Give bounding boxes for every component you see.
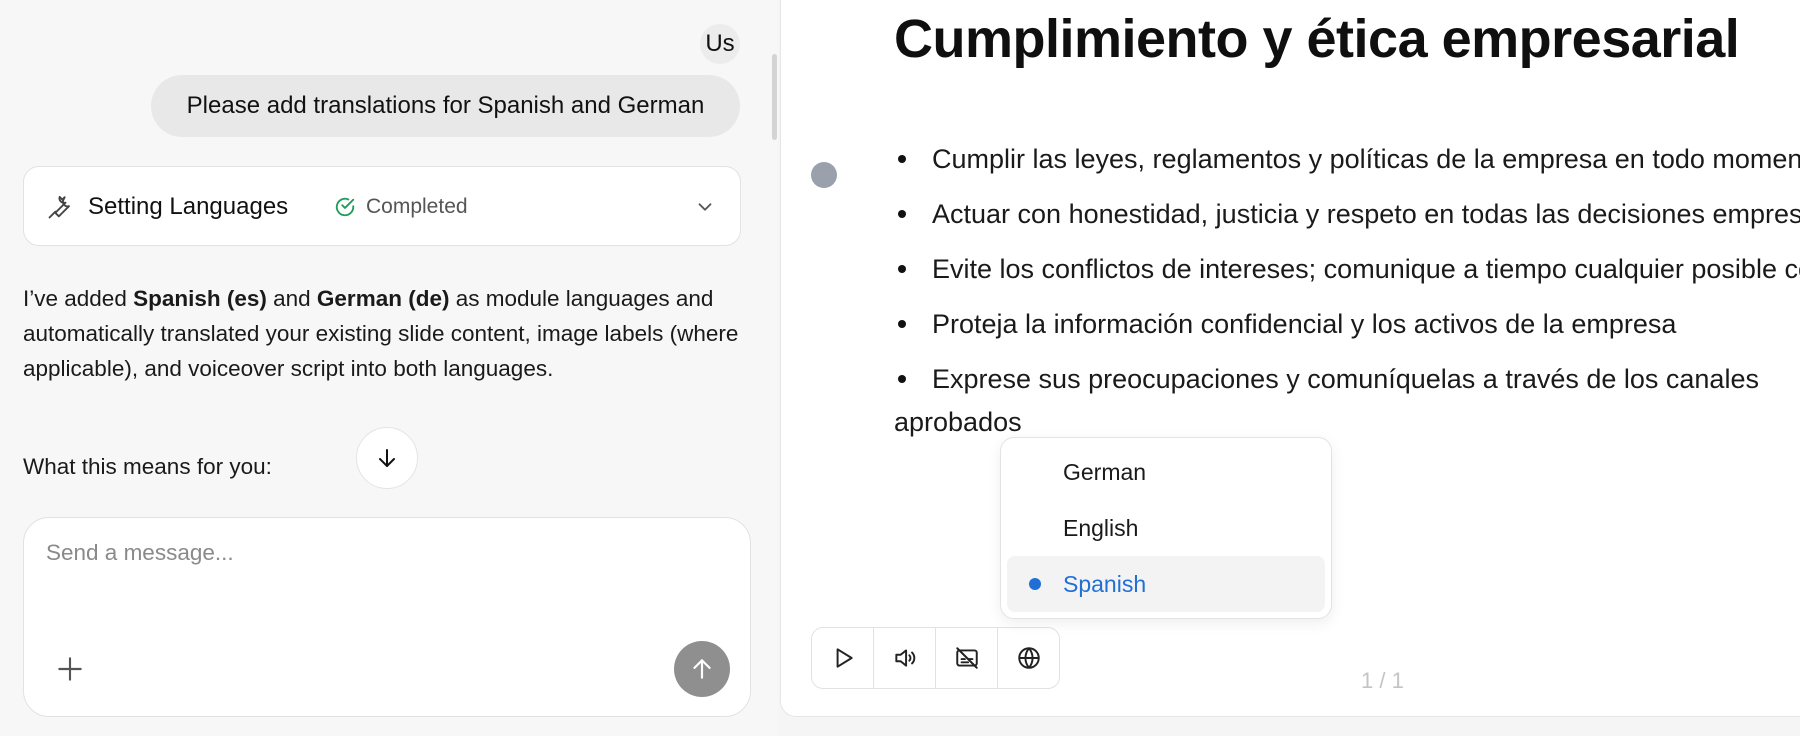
play-button[interactable] xyxy=(812,628,874,688)
wrench-icon xyxy=(48,195,70,219)
language-dropdown: German English Spanish xyxy=(1000,437,1332,619)
slide-title: Cumplimiento y ética empresarial xyxy=(894,9,1740,69)
slide-marker-dot[interactable] xyxy=(811,162,837,188)
user-message: Please add translations for Spanish and … xyxy=(151,75,740,137)
language-option-label: English xyxy=(1063,515,1139,541)
language-option-label: German xyxy=(1063,459,1147,485)
tool-status: Completed xyxy=(334,167,468,247)
slide-preview: Cumplimiento y ética empresarial Cumplir… xyxy=(780,0,1800,717)
tool-status-label: Completed xyxy=(366,195,468,218)
selected-dot-icon xyxy=(1029,578,1041,590)
language-option-spanish[interactable]: Spanish xyxy=(1007,556,1325,612)
chat-panel: Us Please add translations for Spanish a… xyxy=(0,0,778,736)
chevron-down-icon[interactable] xyxy=(694,196,716,218)
slide-bullet: Proteja la información confidencial y lo… xyxy=(894,303,1800,346)
voiceover-button[interactable] xyxy=(874,628,936,688)
captions-off-icon xyxy=(955,647,978,669)
send-button[interactable] xyxy=(674,641,730,697)
plus-icon[interactable] xyxy=(54,653,86,685)
slide-bullet: Exprese sus preocupaciones y comuníquela… xyxy=(894,358,1800,444)
message-composer xyxy=(23,517,751,717)
globe-icon xyxy=(1017,647,1040,669)
language-option-label: Spanish xyxy=(1063,571,1147,597)
slide-bullet: Evite los conflictos de intereses; comun… xyxy=(894,248,1800,291)
assistant-text-and: and xyxy=(266,286,317,311)
language-option-german[interactable]: German xyxy=(1007,444,1325,500)
user-avatar: Us xyxy=(700,24,740,64)
arrow-up-icon xyxy=(693,659,711,679)
language-option-english[interactable]: English xyxy=(1007,500,1325,556)
page-indicator: 1 / 1 xyxy=(1361,668,1404,693)
tool-call-card[interactable]: Setting Languages Completed xyxy=(23,166,741,246)
player-toolbar xyxy=(811,627,1060,689)
slide-bullets: Cumplir las leyes, reglamentos y polític… xyxy=(894,138,1800,456)
message-input[interactable] xyxy=(44,538,728,602)
slide-bullet: Actuar con honestidad, justicia y respet… xyxy=(894,193,1800,236)
assistant-subheading: What this means for you: xyxy=(23,454,272,479)
assistant-text-lang2: German (de) xyxy=(316,286,450,311)
language-button[interactable] xyxy=(998,628,1059,688)
scroll-down-button[interactable] xyxy=(356,427,418,489)
tool-title: Setting Languages xyxy=(88,193,289,220)
slide-bullet: Cumplir las leyes, reglamentos y polític… xyxy=(894,138,1800,181)
speaker-icon xyxy=(894,649,915,667)
chat-scrollbar[interactable] xyxy=(772,54,777,140)
assistant-text-intro: I’ve added xyxy=(23,286,134,311)
arrow-down-icon xyxy=(379,449,395,467)
assistant-message: I’ve added Spanish (es) and German (de) … xyxy=(23,281,743,386)
assistant-text-lang1: Spanish (es) xyxy=(133,286,267,311)
check-circle-icon xyxy=(335,197,355,217)
play-icon xyxy=(836,648,853,668)
captions-button[interactable] xyxy=(936,628,998,688)
